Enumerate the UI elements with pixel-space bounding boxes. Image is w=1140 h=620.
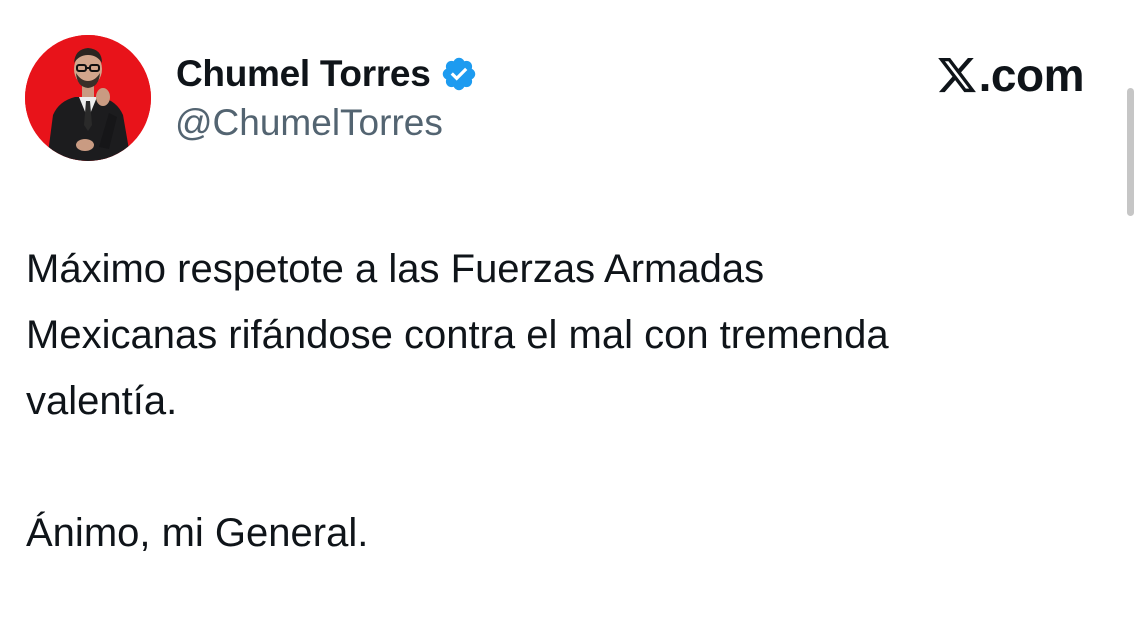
x-logo-icon xyxy=(936,54,978,96)
site-domain-text: .com xyxy=(978,49,1085,101)
author-name-row: Chumel Torres xyxy=(176,52,478,96)
avatar[interactable] xyxy=(25,35,151,161)
author-display-name[interactable]: Chumel Torres xyxy=(176,53,431,95)
tweet-line: Ánimo, mi General. xyxy=(26,511,369,555)
tweet-line: Máximo respetote a las Fuerzas Armadas xyxy=(26,247,765,291)
author-handle[interactable]: @ChumelTorres xyxy=(175,102,443,144)
verified-badge-icon[interactable] xyxy=(440,55,478,93)
scrollbar[interactable] xyxy=(1127,88,1134,216)
tweet-line: valentía. xyxy=(26,379,178,423)
tweet-text: Máximo respetote a las Fuerzas Armadas M… xyxy=(26,236,1106,566)
tweet-card: Chumel Torres @ChumelTorres .com Máximo … xyxy=(0,0,1140,620)
tweet-line: Mexicanas rifándose contra el mal con tr… xyxy=(26,313,889,357)
avatar-image xyxy=(25,35,151,161)
site-logo: .com xyxy=(936,49,1085,101)
